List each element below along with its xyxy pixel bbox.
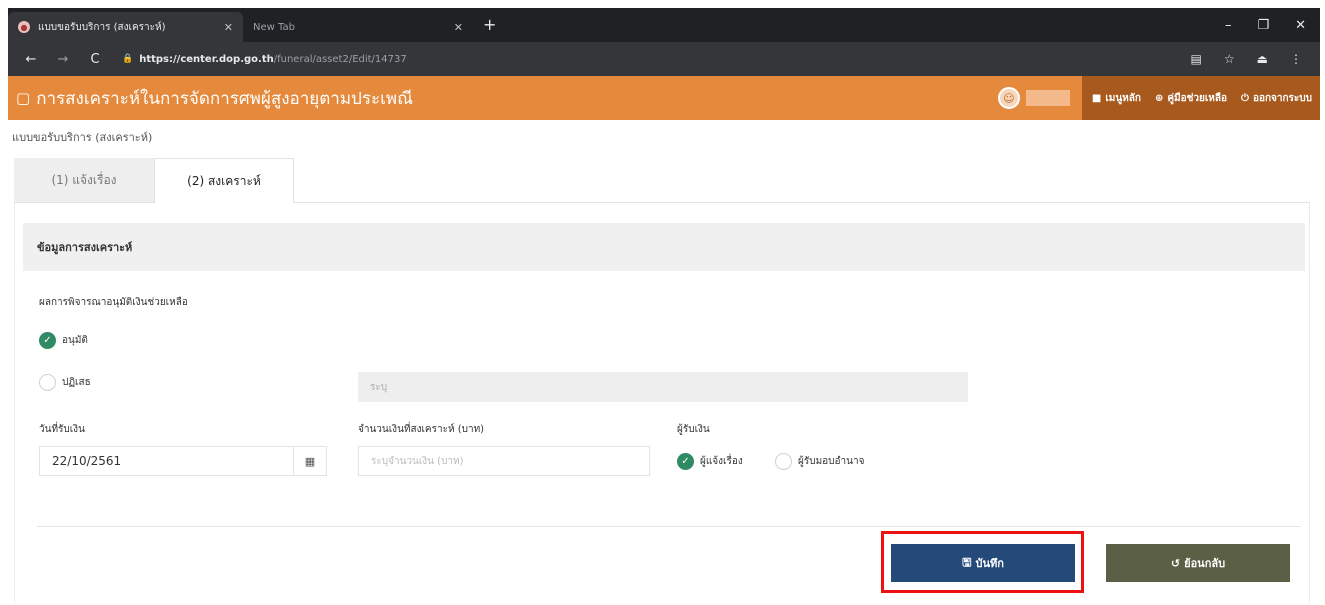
bookmark-star-icon[interactable]: ☆	[1224, 52, 1235, 66]
app-header: ▢ การสงเคราะห์ในการจัดการศพผู้สูงอายุตาม…	[8, 76, 1320, 120]
back-arrow-icon[interactable]: ←	[22, 52, 40, 67]
receiver-label: ผู้รับเงิน	[677, 424, 710, 435]
tab-welfare[interactable]: (2) สงเคราะห์	[154, 158, 294, 203]
app-title-text: การสงเคราะห์ในการจัดการศพผู้สูงอายุตามปร…	[36, 88, 413, 109]
username-redacted	[1025, 90, 1070, 106]
breadcrumb: แบบขอรับบริการ (สงเคราะห์)	[12, 131, 153, 144]
approve-label: อนุมัติ	[62, 335, 88, 346]
url-path: /funeral/asset2/Edit/14737	[273, 53, 407, 65]
header-menu: ■ เมนูหลัก ⊕ คู่มือช่วยเหลือ ⏻ ออกจากระบ…	[1081, 76, 1320, 120]
menu-grid-icon: ■	[1091, 92, 1102, 104]
calendar-icon[interactable]: ▦	[293, 446, 327, 476]
back-label: ย้อนกลับ	[1184, 557, 1226, 570]
receiver-option1-label: ผู้แจ้งเรื่อง	[700, 456, 743, 467]
close-tab-icon[interactable]: ✕	[454, 21, 463, 34]
maximize-icon[interactable]: ❐	[1257, 18, 1269, 33]
reload-icon[interactable]: C	[86, 52, 104, 67]
url-host: https://center.dop.go.th	[139, 53, 274, 65]
menu-help-label: คู่มือช่วยเหลือ	[1167, 92, 1228, 104]
save-highlight-box	[881, 531, 1084, 593]
browser-tab-title: แบบขอรับบริการ (สงเคราะห์)	[38, 21, 166, 33]
browser-tab-newtab[interactable]: New Tab ✕	[243, 12, 473, 42]
radio-empty-icon	[775, 453, 792, 470]
receiver-proxy-radio[interactable]: ผู้รับมอบอำนาจ	[775, 453, 864, 470]
undo-icon: ↺	[1170, 556, 1181, 570]
browser-tab-active[interactable]: ● แบบขอรับบริการ (สงเคราะห์) ✕	[8, 12, 243, 42]
receiver-reporter-radio[interactable]: ✓ ผู้แจ้งเรื่อง	[677, 453, 743, 470]
site-favicon-icon: ●	[18, 21, 30, 33]
date-input[interactable]: 22/10/2561	[39, 446, 297, 476]
date-label: วันที่รับเงิน	[39, 424, 85, 435]
forward-arrow-icon[interactable]: →	[54, 52, 72, 67]
section-title: ข้อมูลการสงเคราะห์	[23, 223, 1305, 271]
form-tabs: (1) แจ้งเรื่อง (2) สงเคราะห์	[14, 158, 1310, 203]
close-window-icon[interactable]: ✕	[1295, 18, 1306, 33]
back-button[interactable]: ↺ ย้อนกลับ	[1106, 544, 1290, 582]
power-icon: ⏻	[1241, 92, 1249, 104]
check-icon: ✓	[677, 453, 694, 470]
form-divider	[37, 526, 1301, 527]
avatar[interactable]: ☺	[997, 87, 1020, 109]
close-tab-icon[interactable]: ✕	[224, 21, 233, 34]
new-tab-button[interactable]: +	[473, 15, 506, 42]
toolbar-icons: ▤ ☆ ⏏ ⋮	[1191, 52, 1320, 66]
lock-icon: 🔒	[122, 54, 134, 64]
book-icon: ▢	[16, 89, 31, 107]
menu-logout[interactable]: ⏻ ออกจากระบบ	[1241, 91, 1312, 106]
menu-main[interactable]: ■ เมนูหลัก	[1092, 91, 1141, 106]
more-menu-icon[interactable]: ⋮	[1290, 52, 1302, 66]
menu-help[interactable]: ⊕ คู่มือช่วยเหลือ	[1155, 91, 1227, 106]
help-circle-icon: ⊕	[1154, 92, 1164, 104]
minimize-icon[interactable]: –	[1225, 18, 1232, 33]
reject-reason-input[interactable]: ระบุ	[358, 372, 968, 402]
translate-icon[interactable]: ▤	[1191, 52, 1202, 66]
reject-radio[interactable]: ปฏิเสธ	[39, 374, 91, 391]
browser-tab-strip: ● แบบขอรับบริการ (สงเคราะห์) ✕ New Tab ✕…	[8, 8, 1320, 42]
app-title: ▢ การสงเคราะห์ในการจัดการศพผู้สูงอายุตาม…	[16, 85, 413, 112]
amount-input[interactable]: ระบุจำนวนเงิน (บาท)	[358, 446, 650, 476]
menu-logout-label: ออกจากระบบ	[1252, 92, 1312, 104]
receiver-option2-label: ผู้รับมอบอำนาจ	[798, 456, 865, 467]
check-icon: ✓	[39, 332, 56, 349]
browser-toolbar: ← → C 🔒 https://center.dop.go.th/funeral…	[8, 42, 1320, 76]
browser-tab-title: New Tab	[253, 21, 295, 33]
address-bar[interactable]: 🔒 https://center.dop.go.th/funeral/asset…	[122, 54, 407, 65]
form-panel: ข้อมูลการสงเคราะห์ ผลการพิจารณาอนุมัติเง…	[14, 203, 1310, 603]
approve-radio[interactable]: ✓ อนุมัติ	[39, 332, 88, 349]
reject-label: ปฏิเสธ	[62, 377, 91, 388]
profile-icon[interactable]: ⏏	[1257, 52, 1268, 66]
menu-main-label: เมนูหลัก	[1105, 92, 1141, 104]
radio-empty-icon	[39, 374, 56, 391]
tab-report[interactable]: (1) แจ้งเรื่อง	[14, 158, 154, 202]
window-controls: – ❐ ✕	[1225, 18, 1320, 42]
amount-label: จำนวนเงินที่สงเคราะห์ (บาท)	[358, 424, 485, 435]
decision-label: ผลการพิจารณาอนุมัติเงินช่วยเหลือ	[39, 297, 188, 308]
